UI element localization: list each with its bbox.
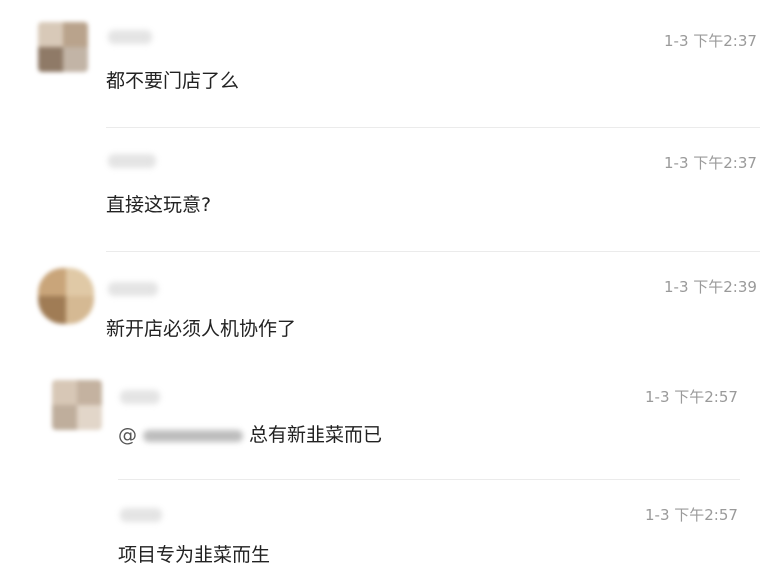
comment-text-body: 总有新韭菜而已 <box>249 424 383 446</box>
comment-item: 1-3 下午2:37 都不要门店了么 <box>0 0 784 128</box>
comment-item: 1-3 下午2:57 @ 总有新韭菜而已 <box>0 370 784 480</box>
comment-text: @ 总有新韭菜而已 <box>118 420 382 447</box>
mention-at[interactable]: @ <box>118 424 137 446</box>
username-blurred[interactable] <box>120 390 160 404</box>
avatar[interactable] <box>38 268 94 324</box>
username-blurred[interactable] <box>108 154 156 168</box>
avatar[interactable] <box>52 380 102 430</box>
comment-item: 1-3 下午2:57 项目专为韭菜而生 <box>0 480 784 588</box>
comment-text: 项目专为韭菜而生 <box>118 544 271 566</box>
timestamp: 1-3 下午2:37 <box>664 32 757 50</box>
mention-username-blurred[interactable] <box>143 429 243 442</box>
comment-text: 新开店必须人机协作了 <box>106 318 297 340</box>
timestamp: 1-3 下午2:37 <box>664 154 757 172</box>
username-blurred[interactable] <box>108 30 152 44</box>
username-blurred[interactable] <box>108 282 158 296</box>
timestamp: 1-3 下午2:57 <box>645 506 738 524</box>
comment-text: 直接这玩意? <box>106 194 212 216</box>
comment-item: 1-3 下午2:37 直接这玩意? <box>0 128 784 252</box>
comment-text: 都不要门店了么 <box>106 70 240 92</box>
comment-item: 1-3 下午2:39 新开店必须人机协作了 <box>0 252 784 370</box>
username-blurred[interactable] <box>120 508 162 522</box>
timestamp: 1-3 下午2:57 <box>645 388 738 406</box>
avatar[interactable] <box>38 22 88 72</box>
timestamp: 1-3 下午2:39 <box>664 278 757 296</box>
